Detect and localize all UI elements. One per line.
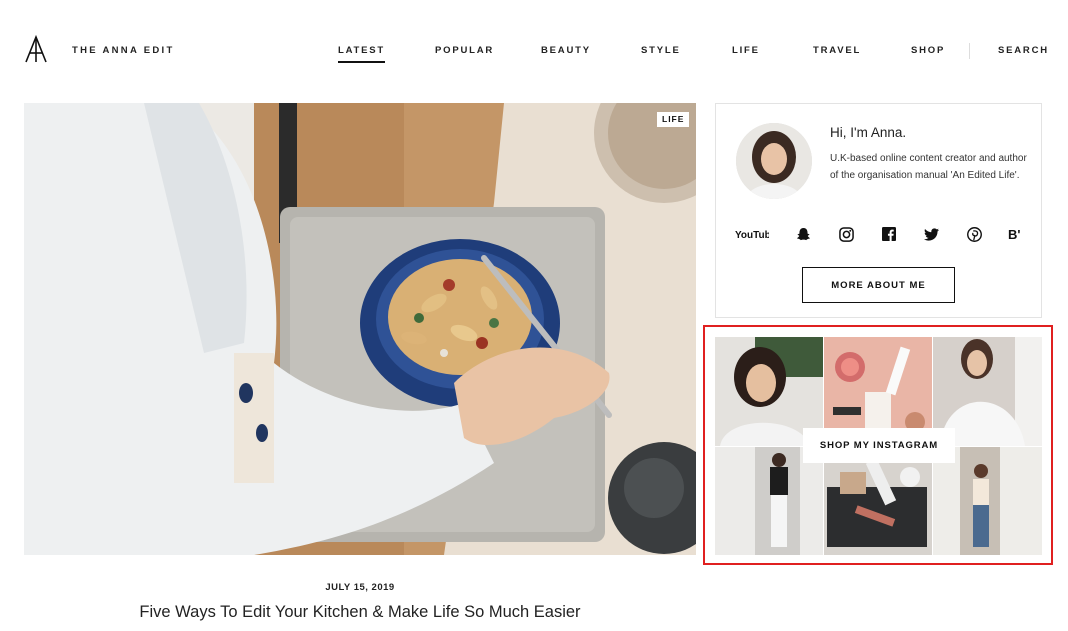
about-greeting: Hi, I'm Anna. [830,125,907,140]
svg-text:YouTube: YouTube [735,230,769,241]
facebook-icon[interactable] [880,224,898,244]
post-date: JULY 15, 2019 [325,582,395,593]
main-nav: LATEST POPULAR BEAUTY STYLE LIFE TRAVEL … [0,45,1068,65]
youtube-icon[interactable]: YouTube [735,224,769,244]
nav-search[interactable]: SEARCH [998,45,1049,56]
more-about-me-button[interactable]: MORE ABOUT ME [802,267,955,303]
about-bio: U.K-based online content creator and aut… [830,153,1027,181]
instagram-icon[interactable] [837,224,855,244]
pinterest-icon[interactable] [965,224,983,244]
svg-text:B': B' [1008,227,1020,241]
social-links: YouTube B' [716,224,1043,244]
category-badge[interactable]: LIFE [657,112,690,127]
twitter-icon[interactable] [922,224,940,244]
nav-travel[interactable]: TRAVEL [813,45,861,56]
post-title[interactable]: Five Ways To Edit Your Kitchen & Make Li… [24,603,696,622]
author-avatar [736,123,812,199]
about-widget: Hi, I'm Anna. U.K-based online content c… [715,103,1042,318]
nav-style[interactable]: STYLE [641,45,681,56]
snapchat-icon[interactable] [794,224,812,244]
nav-beauty[interactable]: BEAUTY [541,45,591,56]
nav-popular[interactable]: POPULAR [435,45,494,56]
nav-shop[interactable]: SHOP [911,45,945,56]
bloglovin-icon[interactable]: B' [1006,224,1026,244]
shop-my-instagram-button[interactable]: SHOP MY INSTAGRAM [803,428,955,463]
nav-divider [969,43,970,59]
nav-life[interactable]: LIFE [732,45,760,56]
site-header: THE ANNA EDIT LATEST POPULAR BEAUTY STYL… [0,0,1068,100]
nav-latest[interactable]: LATEST [338,45,386,63]
featured-post-image[interactable] [24,103,696,555]
